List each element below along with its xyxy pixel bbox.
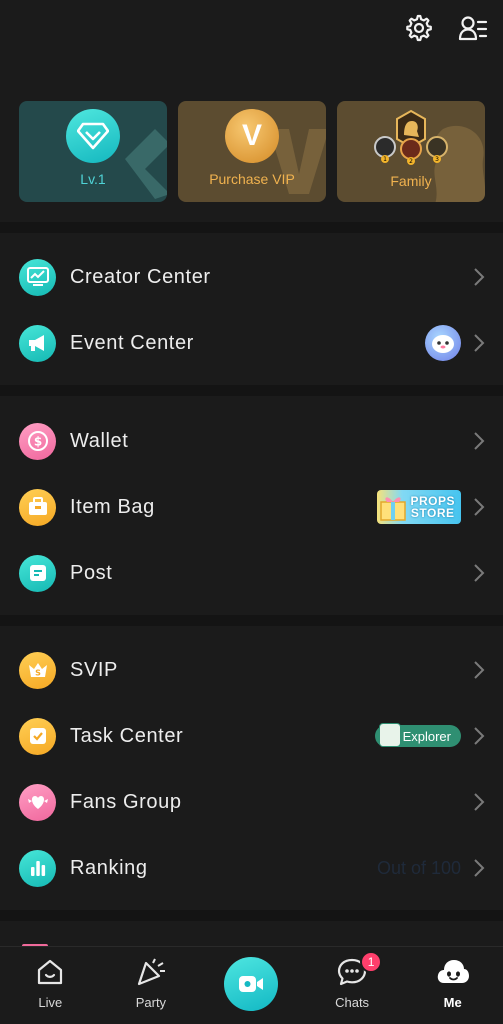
explorer-tag[interactable]: Explorer xyxy=(374,723,461,747)
menu-item-item-bag[interactable]: Item Bag PROPS STORE xyxy=(0,478,503,536)
nav-live[interactable]: Live xyxy=(10,955,90,1010)
party-popper-icon xyxy=(134,955,168,989)
gift-box-icon xyxy=(380,497,406,521)
bottom-navigation: Live Party 1 Chats Me xyxy=(0,946,503,1024)
family-crest-icon: 1 2 3 xyxy=(371,109,451,165)
event-avatar[interactable] xyxy=(425,325,461,361)
menu-item-label: Wallet xyxy=(70,429,129,452)
diamond-icon xyxy=(66,109,120,163)
svg-text:$: $ xyxy=(33,435,41,449)
menu-item-fans-group[interactable]: Fans Group xyxy=(0,773,503,831)
menu-item-ranking[interactable]: Ranking Out of 100 xyxy=(0,839,503,897)
svg-text:S: S xyxy=(35,669,41,678)
family-medal-1: 1 xyxy=(383,156,387,163)
top-bar xyxy=(403,12,489,44)
post-icon xyxy=(19,554,56,592)
gear-icon[interactable] xyxy=(403,12,435,44)
family-medal-2: 2 xyxy=(409,158,413,165)
task-icon xyxy=(19,717,56,755)
home-face-icon xyxy=(33,955,67,989)
nav-label: Live xyxy=(38,995,63,1010)
section-divider xyxy=(0,910,503,921)
chevron-right-icon xyxy=(474,661,485,679)
video-camera-icon xyxy=(224,957,279,1011)
menu-item-task-center[interactable]: Task Center Explorer xyxy=(0,707,503,765)
crown-coin-icon: S xyxy=(19,651,56,689)
bag-icon xyxy=(19,488,56,526)
nav-go-live[interactable] xyxy=(211,955,291,1011)
menu-item-post[interactable]: Post xyxy=(0,544,503,602)
cloud-face-icon xyxy=(436,955,470,989)
heart-wings-icon xyxy=(19,783,56,821)
bar-chart-icon xyxy=(19,849,56,887)
purchase-vip-label: Purchase VIP xyxy=(209,171,295,187)
nav-label: Me xyxy=(443,995,462,1010)
menu-item-label: SVIP xyxy=(70,658,118,681)
level-label: Lv.1 xyxy=(80,171,106,187)
section-divider xyxy=(0,385,503,396)
profile-cards: Lv.1 V Purchase VIP 1 2 3 Family xyxy=(19,101,485,202)
unread-badge: 1 xyxy=(360,951,383,973)
megaphone-icon xyxy=(19,324,56,362)
menu-item-label: Fans Group xyxy=(70,790,182,813)
nav-label: Party xyxy=(135,995,167,1010)
menu-item-label: Post xyxy=(70,561,113,584)
chevron-right-icon xyxy=(474,859,485,877)
menu-item-event-center[interactable]: Event Center xyxy=(0,314,503,372)
chevron-right-icon xyxy=(474,498,485,516)
family-label: Family xyxy=(390,173,432,189)
chevron-right-icon xyxy=(474,432,485,450)
chevron-right-icon xyxy=(474,727,485,745)
vip-card[interactable]: V Purchase VIP xyxy=(178,101,326,202)
nav-chats[interactable]: 1 Chats xyxy=(312,951,392,1010)
menu-item-wallet[interactable]: $ Wallet xyxy=(0,412,503,470)
nav-party[interactable]: Party xyxy=(111,955,191,1010)
explorer-tag-label: Explorer xyxy=(402,728,451,744)
chevron-right-icon xyxy=(474,334,485,352)
family-card[interactable]: 1 2 3 Family xyxy=(337,101,485,202)
chevron-right-icon xyxy=(474,793,485,811)
menu-item-creator-center[interactable]: Creator Center xyxy=(0,248,503,306)
level-watermark-icon xyxy=(125,129,167,199)
menu-item-label: Event Center xyxy=(70,331,194,354)
level-card[interactable]: Lv.1 xyxy=(19,101,167,202)
chart-board-icon xyxy=(19,258,56,296)
section-divider xyxy=(0,615,503,626)
menu-item-svip[interactable]: S SVIP xyxy=(0,641,503,699)
menu-item-label: Task Center xyxy=(70,724,184,747)
menu-item-label: Ranking xyxy=(70,856,148,879)
ranking-status: Out of 100 xyxy=(376,857,461,878)
nav-label: Chats xyxy=(335,995,370,1010)
section-divider xyxy=(0,222,503,233)
chevron-right-icon xyxy=(474,564,485,582)
nav-me[interactable]: Me xyxy=(413,955,493,1010)
contacts-menu-icon[interactable] xyxy=(457,12,489,44)
props-store-banner[interactable]: PROPS STORE xyxy=(377,490,461,524)
menu-item-label: Creator Center xyxy=(70,265,211,288)
family-medal-3: 3 xyxy=(435,156,439,163)
props-store-line-2: STORE xyxy=(410,506,455,520)
chevron-right-icon xyxy=(474,268,485,286)
menu-item-label: Item Bag xyxy=(70,495,155,518)
explorer-badge-icon xyxy=(378,723,401,747)
coin-icon: $ xyxy=(19,422,56,460)
vip-badge-icon: V xyxy=(225,109,279,163)
